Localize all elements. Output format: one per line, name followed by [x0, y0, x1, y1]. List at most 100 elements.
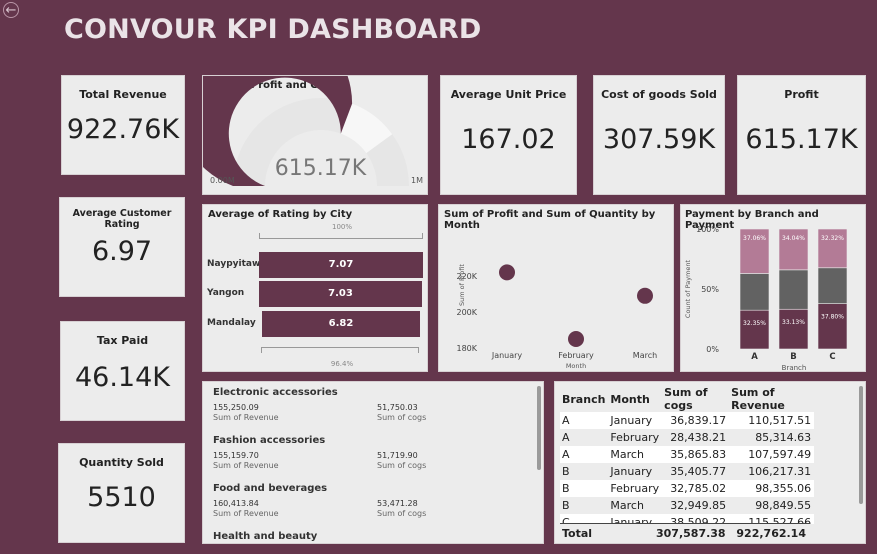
branch-month-table: Branch Month Sum of cogs Sum of Revenue …: [560, 386, 815, 524]
payment-bar-segment: [739, 273, 770, 311]
cell-branch: B: [560, 480, 609, 497]
cell-revenue: 107,597.49: [729, 446, 815, 463]
rating-chart-title: Average of Rating by City: [208, 209, 353, 220]
dashboard-title: CONVOUR KPI DASHBOARD: [64, 14, 482, 45]
city-label: Naypyitaw: [207, 259, 261, 269]
cogs-value: 51,719.90: [377, 451, 418, 460]
revenue-label: Sum of Revenue: [213, 509, 279, 518]
payment-bar-segment: [778, 269, 809, 310]
col-header-branch[interactable]: Branch: [560, 386, 608, 412]
category-name: Health and beauty: [213, 531, 318, 542]
category-card: Electronic accessories 155,250.09 Sum of…: [202, 381, 544, 544]
payment-stacked-bar: 100% 50% 0% Count of Payment 32.35% 37.06% A 33…: [684, 225, 848, 372]
y-tick-label: 50%: [701, 285, 719, 294]
category-item[interactable]: Electronic accessories 155,250.09 Sum of…: [203, 382, 533, 430]
x-axis-title: Branch: [782, 364, 807, 372]
cell-revenue: 98,849.55: [729, 497, 815, 514]
table-scrollbar[interactable]: [859, 386, 863, 504]
tax-paid-card: Tax Paid 46.14K: [60, 321, 185, 421]
avg-unit-price-card: Average Unit Price 167.02: [440, 75, 577, 195]
segment-data-label: 33.13%: [782, 319, 805, 326]
category-item[interactable]: Health and beauty: [203, 526, 533, 543]
rating-top-bracket: [259, 233, 423, 239]
category-name: Food and beverages: [213, 483, 328, 494]
kpi-value: 615.17K: [745, 124, 858, 155]
profit-by-month-card: Sum of Profit and Sum of Quantity by Mon…: [438, 204, 674, 372]
cell-branch: B: [560, 463, 609, 480]
city-label: Mandalay: [207, 318, 256, 328]
kpi-value: 167.02: [461, 124, 556, 155]
x-axis-title: Month: [566, 362, 586, 370]
y-axis-title: Count of Payment: [684, 259, 692, 318]
cogs-label: Sum of cogs: [377, 509, 427, 518]
rating-bar-row[interactable]: Yangon 7.03: [207, 281, 427, 307]
kpi-value: 6.97: [91, 236, 153, 267]
table-row[interactable]: A January 36,839.17 110,517.51: [560, 412, 815, 429]
kpi-label: Average Unit Price: [450, 88, 567, 101]
cell-month: March: [608, 497, 663, 514]
cell-branch: A: [560, 412, 609, 429]
table-total-row: Total 307,587.38 922,762.14: [560, 525, 810, 542]
cell-cogs: 32,785.02: [662, 480, 730, 497]
payment-bar-segment: [817, 303, 848, 350]
cell-revenue: 98,355.06: [729, 480, 815, 497]
category-item[interactable]: Food and beverages 160,413.84 Sum of Rev…: [203, 478, 533, 526]
col-header-cogs[interactable]: Sum of cogs: [662, 386, 729, 412]
col-header-revenue[interactable]: Sum of Revenue: [729, 386, 814, 412]
cell-branch: A: [560, 446, 609, 463]
x-tick-label: C: [829, 352, 835, 362]
rating-bar: 6.82: [262, 311, 420, 337]
table-row[interactable]: B February 32,785.02 98,355.06: [560, 480, 815, 497]
table-row[interactable]: A March 35,865.83 107,597.49: [560, 446, 815, 463]
rating-bar-row[interactable]: Naypyitaw 7.07: [207, 252, 427, 278]
category-name: Fashion accessories: [213, 435, 326, 446]
col-header-month[interactable]: Month: [608, 386, 662, 412]
rating-bar-row[interactable]: Mandalay 6.82: [207, 311, 427, 337]
segment-data-label: 37.80%: [821, 314, 844, 321]
cogs-card: Cost of goods Sold 307.59K: [593, 75, 725, 195]
x-tick-label: January: [491, 351, 523, 360]
city-label: Yangon: [207, 288, 245, 298]
cogs-label: Sum of cogs: [377, 413, 427, 422]
kpi-label: Tax Paid: [96, 334, 149, 347]
revenue-value: 155,250.09: [213, 403, 259, 412]
kpi-value: 5510: [87, 482, 156, 513]
profit-month-scatter: 220K200K180KSum of ProfitJanuary February…: [456, 264, 657, 370]
segment-data-label: 37.06%: [743, 235, 766, 242]
cell-month: February: [608, 429, 663, 446]
category-scrollbar[interactable]: [537, 386, 541, 470]
cell-revenue: 85,314.63: [729, 429, 815, 446]
kpi-label: Profit: [784, 88, 819, 101]
payment-bar-segment: [739, 309, 770, 350]
revenue-value: 155,159.70: [213, 451, 259, 460]
gauge-value: 615.17K: [274, 156, 367, 181]
table-row[interactable]: A February 28,438.21 85,314.63: [560, 429, 815, 446]
rating-value: 7.03: [328, 288, 353, 299]
total-label: Total: [562, 527, 593, 540]
avg-rating-card: Average Customer Rating 6.97: [59, 197, 185, 297]
kpi-label: Cost of goods Sold: [601, 88, 717, 101]
cogs-value: 51,750.03: [377, 403, 418, 412]
category-name: Electronic accessories: [213, 387, 338, 398]
payment-bar-segment: [778, 308, 809, 350]
kpi-label: Average Customer Rating: [72, 208, 172, 230]
x-tick-label: B: [790, 352, 796, 362]
profit-point: [499, 264, 515, 281]
gauge-card: Sum of Profit and Goal 615.17K 0.00M 1M: [202, 75, 428, 195]
rating-bar: 7.07: [259, 252, 423, 278]
category-item[interactable]: Fashion accessories 155,159.70 Sum of Re…: [203, 430, 533, 478]
table-row[interactable]: B January 35,405.77 106,217.31: [560, 463, 815, 480]
cell-revenue: 106,217.31: [729, 463, 815, 480]
x-tick-label: A: [751, 352, 758, 362]
profit-point: [637, 287, 653, 304]
cell-month: February: [608, 480, 663, 497]
cogs-value: 53,471.28: [377, 499, 418, 508]
table-header-row: Branch Month Sum of cogs Sum of Revenue: [560, 386, 814, 412]
rating-by-city-card: Average of Rating by City 100% Naypyitaw…: [202, 204, 428, 372]
y-tick-label: 200K: [456, 308, 477, 317]
profit-point: [568, 331, 584, 347]
table-row[interactable]: B March 32,949.85 98,849.55: [560, 497, 815, 514]
rating-top-label: 100%: [331, 223, 352, 231]
revenue-label: Sum of Revenue: [213, 461, 279, 470]
back-arrow-icon[interactable]: ←: [3, 2, 19, 18]
